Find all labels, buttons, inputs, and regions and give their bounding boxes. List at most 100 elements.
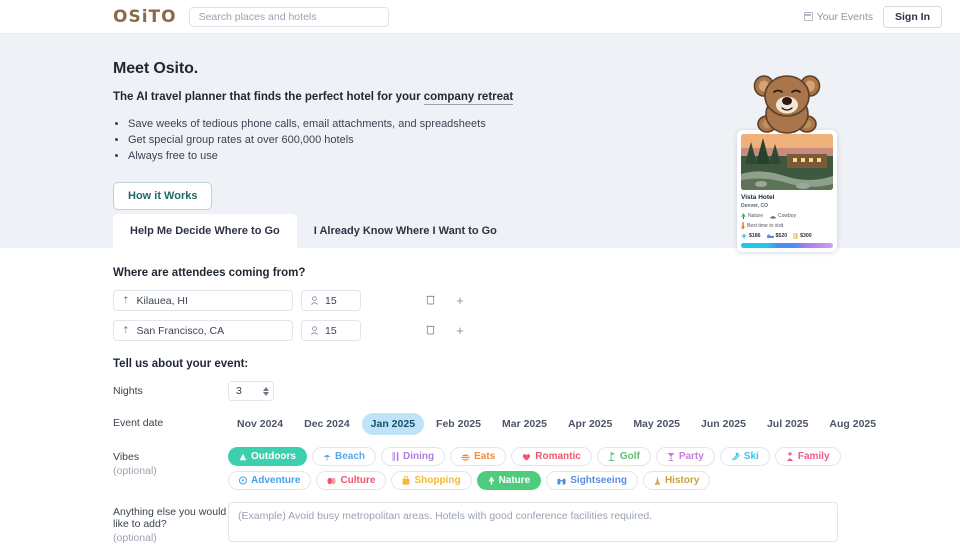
month-option-nov-2024[interactable]: Nov 2024 — [228, 413, 292, 435]
tab-i-already-know[interactable]: I Already Know Where I Want to Go — [297, 214, 514, 248]
your-events-label: Your Events — [816, 10, 873, 23]
event-section-title: Tell us about your event: — [113, 358, 249, 370]
attendee-count-1[interactable]: 15 — [301, 290, 361, 311]
vibe-chip-label: Family — [797, 451, 830, 462]
month-option-mar-2025[interactable]: Mar 2025 — [493, 413, 556, 435]
nights-stepper[interactable]: 3 — [228, 381, 274, 401]
vibe-chip-shopping[interactable]: Shopping — [391, 471, 472, 490]
cutlery-icon — [392, 452, 399, 461]
vibe-chip-party[interactable]: Party — [655, 447, 715, 466]
nights-spinner[interactable] — [263, 386, 269, 396]
vibe-chip-beach[interactable]: Beach — [312, 447, 377, 466]
vibe-chip-label: Adventure — [251, 475, 301, 486]
notes-row: Anything else you would like to add? (op… — [113, 502, 960, 544]
hotel-best-time: Best time to visit — [741, 222, 833, 229]
month-option-may-2025[interactable]: May 2025 — [624, 413, 689, 435]
vibe-chip-label: Golf — [619, 451, 640, 462]
month-option-jul-2025[interactable]: Jul 2025 — [758, 413, 817, 435]
vibe-chip-label: Culture — [340, 475, 376, 486]
vibe-chip-eats[interactable]: Eats — [450, 447, 507, 466]
hotel-tag-label: Cowboy — [778, 213, 797, 219]
search-box[interactable] — [188, 6, 389, 27]
vibe-chip-dining[interactable]: Dining — [381, 447, 446, 466]
stepper-up-icon[interactable] — [263, 386, 269, 391]
origin-input-1[interactable]: ⇡ Kilauea, HI — [113, 290, 293, 311]
month-option-dec-2024[interactable]: Dec 2024 — [295, 413, 359, 435]
person-icon — [311, 326, 318, 335]
attendee-count-2[interactable]: 15 — [301, 320, 361, 341]
vibes-optional-text: (optional) — [113, 465, 157, 477]
how-it-works-button[interactable]: How it Works — [113, 182, 213, 210]
vibe-chip-culture[interactable]: Culture — [316, 471, 387, 490]
hotel-price-list: $186 $520 $300 — [741, 233, 833, 239]
vibe-chip-label: Ski — [743, 451, 759, 462]
notes-label-line2: like to add? — [113, 518, 167, 530]
vibe-chip-adventure[interactable]: Adventure — [228, 471, 312, 490]
cowboy-icon — [770, 215, 777, 219]
mountain-icon — [239, 453, 247, 461]
month-option-jan-2025[interactable]: Jan 2025 — [361, 413, 425, 435]
month-option-apr-2025[interactable]: Apr 2025 — [559, 413, 621, 435]
hotel-tag: Cowboy — [770, 213, 796, 219]
heart-icon — [522, 453, 531, 461]
vibes-chip-list: Outdoors Beach Dining Eats Romantic Golf Party… — [228, 447, 848, 490]
hotel-photo-illustration — [741, 134, 833, 190]
add-location-button-2[interactable]: + — [449, 323, 471, 338]
list-item: Save weeks of tedious phone calls, email… — [128, 116, 960, 132]
flight-icon — [741, 233, 747, 239]
month-selector: Nov 2024 Dec 2024 Jan 2025 Feb 2025 Mar … — [228, 413, 885, 435]
cocktail-icon — [667, 452, 675, 461]
calendar-icon — [803, 12, 813, 21]
delete-location-button-1[interactable] — [419, 294, 441, 308]
burger-icon — [461, 453, 470, 461]
vibe-chip-label: Eats — [474, 451, 496, 462]
vibe-chip-sightseeing[interactable]: Sightseeing — [546, 471, 638, 490]
add-location-button-1[interactable]: + — [449, 293, 471, 308]
search-input[interactable] — [196, 9, 381, 24]
hotel-preview-card[interactable]: Vista Hotel Denver, CO Nature Cowboy Bes… — [737, 130, 837, 252]
notes-textarea[interactable] — [228, 502, 838, 542]
golf-icon — [608, 452, 616, 461]
tree-icon — [741, 213, 746, 219]
vibe-chip-label: Shopping — [414, 475, 461, 486]
sign-in-button[interactable]: Sign In — [883, 5, 942, 28]
hotel-location: Denver, CO — [741, 203, 768, 209]
hero-subtitle-link[interactable]: company retreat — [423, 91, 514, 105]
stepper-down-icon[interactable] — [263, 391, 269, 396]
vibe-chip-history[interactable]: History — [642, 471, 711, 490]
mode-tabs: Help Me Decide Where to Go I Already Kno… — [113, 214, 514, 248]
bear-mascot-icon — [753, 75, 821, 134]
hotel-price-hotel: $520 — [766, 233, 787, 239]
notes-label: Anything else you would like to add? (op… — [113, 502, 228, 544]
location-row: ⇡ Kilauea, HI 15 + — [113, 290, 960, 311]
vibe-chip-label: History — [664, 475, 700, 486]
hotel-name: Vista Hotel — [741, 194, 775, 201]
month-option-jun-2025[interactable]: Jun 2025 — [692, 413, 755, 435]
person-icon — [311, 296, 318, 305]
event-date-label: Event date — [113, 417, 164, 429]
header-actions: Your Events Sign In — [803, 5, 942, 28]
pin-icon: ⇡ — [122, 295, 130, 305]
tab-help-me-decide[interactable]: Help Me Decide Where to Go — [113, 214, 297, 248]
month-option-feb-2025[interactable]: Feb 2025 — [427, 413, 490, 435]
origin-value: Kilauea, HI — [136, 294, 188, 307]
vibe-chip-outdoors[interactable]: Outdoors — [228, 447, 307, 466]
vibe-chip-romantic[interactable]: Romantic — [511, 447, 592, 466]
origin-input-2[interactable]: ⇡ San Francisco, CA — [113, 320, 293, 341]
delete-location-button-2[interactable] — [419, 324, 441, 338]
vibe-chip-ski[interactable]: Ski — [719, 447, 770, 466]
monument-icon — [654, 476, 661, 485]
vibe-chip-label: Beach — [335, 451, 366, 462]
your-events-link[interactable]: Your Events — [803, 10, 873, 23]
price-range-bar — [741, 243, 833, 248]
price-label: $186 — [749, 233, 761, 239]
top-header: OSiTO Your Events Sign In — [0, 0, 960, 34]
osito-logo[interactable]: OSiTO — [113, 7, 177, 27]
month-option-aug-2025[interactable]: Aug 2025 — [820, 413, 885, 435]
vibe-chip-golf[interactable]: Golf — [596, 447, 651, 466]
vibe-chip-family[interactable]: Family — [774, 447, 841, 466]
hero-subtitle-text: The AI travel planner that finds the per… — [113, 91, 424, 103]
hotel-tag-label: Nature — [748, 213, 764, 219]
vibe-chip-nature[interactable]: Nature — [476, 471, 542, 490]
page-title: Meet Osito. — [113, 60, 199, 77]
